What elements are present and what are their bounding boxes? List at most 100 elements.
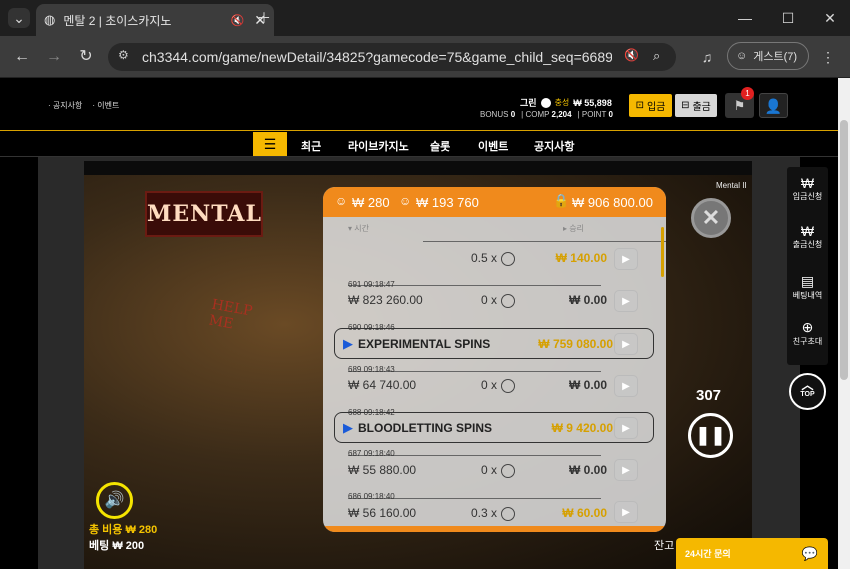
row-2-win: ₩ 759 080.00 xyxy=(538,336,613,351)
header-balance: ₩ 906 800.00 xyxy=(572,195,653,210)
back-arrow-icon[interactable]: ← xyxy=(12,47,32,67)
row-3-win: ₩ 0.00 xyxy=(568,378,607,392)
game-title: Mental II xyxy=(716,181,747,190)
muted-icon[interactable]: 🔇 xyxy=(624,48,639,62)
row-2-label: EXPERIMENTAL SPINS xyxy=(358,336,491,351)
page-scrollbar-thumb[interactable] xyxy=(840,120,848,380)
user-menu-button[interactable]: 👤 xyxy=(759,93,788,118)
bet-amount: 베팅 ₩ 200 xyxy=(89,540,145,552)
sidebar-item-invite[interactable]: ⊕ 친구초대 xyxy=(787,319,828,347)
row-3-meta: 689 09:18:43 xyxy=(348,365,395,374)
sidebar-item-deposit[interactable]: ₩ 입금신청 xyxy=(787,175,828,202)
minimize-button[interactable]: — xyxy=(735,8,755,28)
profile-label: 게스트(7) xyxy=(753,51,798,63)
site-info-icon[interactable]: ⚙ xyxy=(118,48,129,62)
row-4-feature[interactable]: ▶ BLOODLETTING SPINS ₩ 9 420.00 xyxy=(334,412,654,443)
row-1-replay-button[interactable]: ▶ xyxy=(614,290,638,312)
sidebar-item-withdraw[interactable]: ₩ 출금신청 xyxy=(787,223,828,250)
sidebar-item-bet-history[interactable]: ▤ 베팅내역 xyxy=(787,273,828,301)
history-scrollbar[interactable] xyxy=(661,227,664,277)
row-3-mult: 0 x xyxy=(481,378,516,393)
globe-icon: ◍ xyxy=(44,12,56,27)
row-4-label: BLOODLETTING SPINS xyxy=(358,420,493,435)
sound-button[interactable]: 🔊 xyxy=(96,482,133,519)
row-6-meta: 686 09:18:40 xyxy=(348,492,395,501)
header-spent: ₩ 280 xyxy=(352,195,390,210)
row-2-play-icon: ▶ xyxy=(343,335,353,351)
profile-button[interactable]: ☺ 게스트(7) xyxy=(727,42,809,70)
level-label: 그린 xyxy=(520,98,537,108)
nav-item-event[interactable]: 이벤트 xyxy=(478,138,508,154)
zoom-icon[interactable]: ⌕ xyxy=(653,48,660,64)
row-0-replay-button[interactable]: ▶ xyxy=(614,248,638,270)
header-won: ₩ 193 760 xyxy=(416,195,479,210)
nav-item-recent[interactable]: 최근 xyxy=(301,138,321,154)
won-icon: ☺ xyxy=(399,194,412,208)
chat-icon: 💬 xyxy=(801,545,818,561)
pause-button[interactable]: ❚❚ xyxy=(688,413,733,458)
browser-menu-icon[interactable]: ⋮ xyxy=(818,47,838,67)
tab-title: 멘탈 2 | 초이스카지노 xyxy=(63,13,172,28)
notice-link[interactable]: · 공지사항 xyxy=(48,100,82,111)
reload-icon[interactable]: ↻ xyxy=(76,47,96,67)
nav-item-slot[interactable]: 슬롯 xyxy=(430,138,450,154)
col-time: ▾ 시간 xyxy=(348,224,369,233)
row-3-bet: ₩ 64 740.00 xyxy=(348,378,417,392)
row-4-play-icon: ▶ xyxy=(343,419,353,435)
quick-sidebar: ₩ 입금신청 ₩ 출금신청 ▤ 베팅내역 ⊕ 친구초대 xyxy=(787,167,828,365)
row-5-replay-button[interactable]: ▶ xyxy=(614,459,638,481)
chat-support-button[interactable]: 24시간 문의 💬 xyxy=(676,538,828,569)
coin-icon xyxy=(540,97,551,108)
scroll-top-button[interactable]: ︿ TOP xyxy=(789,373,826,410)
withdraw-button[interactable]: ⊟ 출금 xyxy=(675,94,717,117)
bell-icon: ⚑ xyxy=(733,98,746,113)
deposit-button[interactable]: ⊡ 입금 xyxy=(629,94,672,117)
spent-icon: ☺ xyxy=(335,194,348,208)
row-1-mult: 0 x xyxy=(481,293,516,308)
row-5-meta: 687 09:18:40 xyxy=(348,449,395,458)
document-icon: ▤ xyxy=(800,273,815,289)
maximize-button[interactable]: ☐ xyxy=(778,8,798,28)
point-value: 0 xyxy=(608,110,613,119)
address-bar[interactable]: ⚙ ch3344.com/game/newDetail/34825?gameco… xyxy=(108,43,676,71)
new-tab-button[interactable]: ＋ xyxy=(254,8,274,28)
row-3-replay-button[interactable]: ▶ xyxy=(614,375,638,397)
row-0-win: ₩ 140.00 xyxy=(555,251,607,265)
event-link[interactable]: · 이벤트 xyxy=(92,100,119,111)
wall-graffiti: HELP ME xyxy=(207,296,254,333)
row-6-replay-button[interactable]: ▶ xyxy=(614,501,638,523)
deposit-sidebar-icon: ₩ xyxy=(800,175,815,191)
comp-value: 2,204 xyxy=(551,110,572,119)
row-1-win: ₩ 0.00 xyxy=(568,293,607,307)
add-user-icon: ⊕ xyxy=(801,319,814,335)
notification-badge: 1 xyxy=(741,87,754,100)
close-history-button[interactable]: ✕ xyxy=(691,198,731,238)
row-1-bet: ₩ 823 260.00 xyxy=(348,293,423,307)
withdraw-sidebar-icon: ₩ xyxy=(800,223,815,239)
row-2-replay-button[interactable]: ▶ xyxy=(614,333,638,355)
chevron-up-icon: ︿ xyxy=(801,378,814,392)
forward-arrow-icon[interactable]: → xyxy=(44,47,64,67)
cash-label: 충성 xyxy=(554,98,570,107)
hamburger-menu-button[interactable]: ☰ xyxy=(253,132,287,156)
tab-list-button[interactable]: ⌄ xyxy=(8,8,30,28)
mute-icon[interactable]: 🔇 xyxy=(231,14,245,27)
row-4-replay-button[interactable]: ▶ xyxy=(614,417,638,439)
notification-button[interactable]: ⚑ 1 xyxy=(725,87,754,118)
history-header: ☺ ₩ 280 ☺ ₩ 193 760 🔒 ₩ 906 800.00 xyxy=(323,187,666,217)
row-2-feature[interactable]: ▶ EXPERIMENTAL SPINS ₩ 759 080.00 xyxy=(334,328,654,359)
user-icon: 👤 xyxy=(764,98,783,114)
nav-item-live-casino[interactable]: 라이브카지노 xyxy=(348,138,409,154)
lock-icon: 🔒 xyxy=(553,193,570,208)
profile-icon: ☺ xyxy=(736,50,748,62)
wallet-summary: 그린 충성 ₩ 55,898 xyxy=(520,96,612,109)
row-5-bet: ₩ 55 880.00 xyxy=(348,463,417,477)
close-window-button[interactable]: ✕ xyxy=(820,8,840,28)
nav-item-notice[interactable]: 공지사항 xyxy=(534,138,574,154)
cash-value: ₩ 55,898 xyxy=(573,97,612,108)
browser-tab[interactable]: ◍ 멘탈 2 | 초이스카지노 🔇 ✕ xyxy=(36,4,274,36)
main-nav xyxy=(0,130,838,157)
media-control-icon[interactable]: ♫ xyxy=(697,47,717,67)
deposit-icon: ⊡ xyxy=(635,100,644,111)
top-links: · 공지사항 · 이벤트 xyxy=(48,100,119,111)
